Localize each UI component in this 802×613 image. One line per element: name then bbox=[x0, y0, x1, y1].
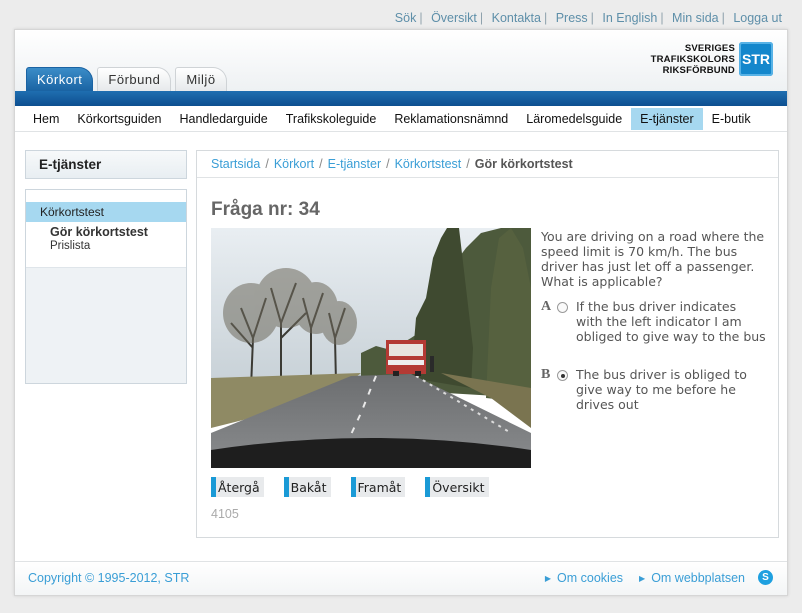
footer-links: ▶ Om cookies ▶ Om webbplatsen bbox=[529, 571, 745, 585]
answer-a-radio[interactable] bbox=[557, 302, 568, 313]
nav-item-laromedelsguide[interactable]: Läromedelsguide bbox=[517, 108, 631, 130]
top-links: Sök | Översikt | Kontakta | Press | In Engli… bbox=[394, 11, 782, 25]
answer-b-radio[interactable] bbox=[557, 370, 568, 381]
top-link-contact[interactable]: Kontakta bbox=[492, 11, 541, 25]
question-title: Fråga nr: 34 bbox=[211, 199, 320, 220]
top-link-press[interactable]: Press bbox=[556, 11, 588, 25]
back-button[interactable]: Bakåt bbox=[283, 477, 331, 497]
top-link-overview[interactable]: Översikt bbox=[431, 11, 477, 25]
answer-option-b[interactable]: B The bus driver is obliged to give way … bbox=[541, 367, 773, 412]
top-link-english[interactable]: In English bbox=[602, 11, 657, 25]
forward-button[interactable]: Framåt bbox=[350, 477, 406, 497]
arrow-right-icon: ▶ bbox=[639, 573, 646, 583]
footer-link-cookies[interactable]: ▶ Om cookies bbox=[545, 571, 623, 585]
breadcrumb-korkort[interactable]: Körkort bbox=[274, 157, 314, 171]
question-text: You are driving on a road where the spee… bbox=[541, 229, 765, 289]
sidebar-item-prislista[interactable]: Prislista bbox=[26, 240, 186, 252]
logo-text: SVERIGES TRAFIKSKOLORS RIKSFÖRBUND bbox=[650, 42, 735, 76]
answer-letter: A bbox=[541, 299, 552, 314]
sidebar-item-korkortstest[interactable]: Körkortstest bbox=[26, 202, 186, 222]
section-tabs: Körkort Förbund Miljö bbox=[26, 67, 231, 91]
overview-button[interactable]: Översikt bbox=[425, 477, 489, 497]
main-content: Startsida / Körkort / E-tjänster / Körkorts… bbox=[196, 150, 779, 538]
answer-text: The bus driver is obliged to give way to… bbox=[576, 367, 747, 412]
answer-text: If the bus driver indicates with the lef… bbox=[576, 299, 766, 344]
breadcrumb-startsida[interactable]: Startsida bbox=[211, 157, 260, 171]
tab-korkort[interactable]: Körkort bbox=[26, 67, 94, 91]
answer-option-a[interactable]: A If the bus driver indicates with the l… bbox=[541, 299, 773, 344]
top-link-search[interactable]: Sök bbox=[395, 11, 417, 25]
nav-item-e-butik[interactable]: E-butik bbox=[703, 108, 760, 130]
header-bar bbox=[15, 91, 787, 106]
footer: Copyright © 1995-2012, STR ▶ Om cookies ▶… bbox=[15, 561, 787, 595]
sidebar-item-gor-korkortstest[interactable]: Gör körkortstest bbox=[26, 225, 186, 239]
sidebar-menu: Körkortstest Gör körkortstest Prislista bbox=[25, 189, 187, 384]
breadcrumb: Startsida / Körkort / E-tjänster / Körkorts… bbox=[197, 151, 778, 178]
arrow-right-icon: ▶ bbox=[544, 573, 552, 583]
header: SVERIGES TRAFIKSKOLORS RIKSFÖRBUND STR K… bbox=[15, 30, 787, 91]
page-container: SVERIGES TRAFIKSKOLORS RIKSFÖRBUND STR K… bbox=[14, 29, 788, 596]
nav-item-hem[interactable]: Hem bbox=[24, 108, 68, 130]
sidebar-title: E-tjänster bbox=[25, 150, 187, 179]
breadcrumb-e-tjanster[interactable]: E-tjänster bbox=[328, 157, 382, 171]
nav-item-e-tjanster[interactable]: E-tjänster bbox=[631, 107, 703, 130]
footer-link-about[interactable]: ▶ Om webbplatsen bbox=[639, 571, 745, 585]
return-button[interactable]: Återgå bbox=[211, 477, 264, 497]
tab-forbund[interactable]: Förbund bbox=[97, 67, 172, 91]
nav-item-trafikskoleguide[interactable]: Trafikskoleguide bbox=[277, 108, 386, 130]
breadcrumb-current: Gör körkortstest bbox=[474, 157, 573, 171]
top-link-my-page[interactable]: Min sida bbox=[672, 11, 719, 25]
top-link-logout[interactable]: Logga ut bbox=[733, 11, 782, 25]
nav-item-korkortsguiden[interactable]: Körkortsguiden bbox=[68, 108, 170, 130]
breadcrumb-korkortstest[interactable]: Körkortstest bbox=[395, 157, 462, 171]
question-id: 4105 bbox=[211, 507, 239, 521]
question-photo bbox=[211, 228, 531, 468]
nav-item-reklamationsnamnd[interactable]: Reklamationsnämnd bbox=[385, 108, 517, 130]
answer-letter: B bbox=[541, 367, 551, 382]
skype-icon[interactable]: S bbox=[758, 570, 773, 585]
nav-item-handledarguide[interactable]: Handledarguide bbox=[170, 108, 276, 130]
question-nav-buttons: Återgå Bakåt Framåt Översikt bbox=[211, 477, 509, 497]
copyright: Copyright © 1995-2012, STR bbox=[28, 571, 190, 585]
logo-badge: STR bbox=[739, 42, 773, 76]
logo[interactable]: SVERIGES TRAFIKSKOLORS RIKSFÖRBUND STR bbox=[651, 42, 773, 76]
main-nav: Hem Körkortsguiden Handledarguide Trafik… bbox=[15, 106, 787, 132]
tab-miljo[interactable]: Miljö bbox=[175, 67, 227, 91]
